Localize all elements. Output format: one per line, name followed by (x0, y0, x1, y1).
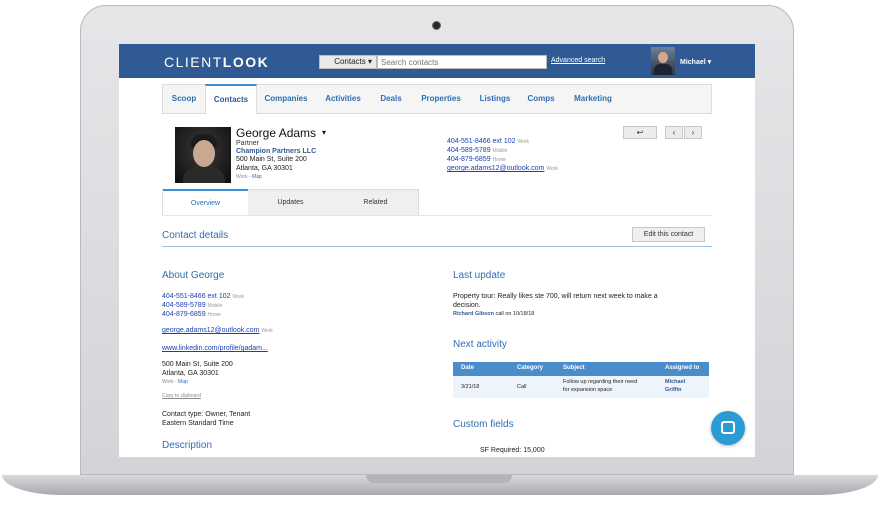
about-address-line2: Atlanta, GA 30301 (162, 370, 219, 377)
activity-assignee-line1[interactable]: Michael (665, 379, 685, 385)
contact-address-line2: Atlanta, GA 30301 (236, 165, 293, 172)
header-phone-work[interactable]: 404-551-8466 ext 102 Work (447, 138, 529, 145)
activity-subject-line2: for expansion space (563, 387, 613, 393)
tab-divider (162, 215, 712, 216)
activity-category: Call (517, 384, 527, 390)
contact-address-label: Work - Map (236, 174, 262, 180)
about-address-line1: 500 Main St, Suite 200 (162, 361, 233, 368)
search-input[interactable] (377, 55, 547, 69)
prev-contact-button[interactable]: ‹ (665, 126, 683, 139)
about-phone-work[interactable]: 404-551-8466 ext 102 Work (162, 293, 244, 300)
next-activity-title: Next activity (453, 339, 507, 350)
contact-title: Partner (236, 140, 259, 147)
laptop-notch (366, 475, 512, 483)
contact-type: Contact type: Owner, Tenant (162, 411, 251, 418)
timezone: Eastern Standard Time (162, 420, 234, 427)
custom-fields-title: Custom fields (453, 419, 514, 430)
advanced-search-link[interactable]: Advanced search (551, 57, 605, 64)
app-logo[interactable]: CLIENTLOOK (164, 54, 269, 70)
activity-assignee-line2[interactable]: Griffin (665, 387, 682, 393)
copy-to-clipboard-link[interactable]: Copy to clipboard (162, 393, 201, 399)
col-category: Category (517, 365, 544, 371)
contact-photo (175, 127, 231, 183)
next-contact-button[interactable]: › (684, 126, 702, 139)
search-scope-select[interactable]: Contacts ▾ (319, 55, 377, 69)
nav-activities[interactable]: Activities (317, 85, 369, 113)
contact-subtabs: Overview Updates Related (162, 189, 419, 216)
user-menu[interactable]: Michael ▾ (680, 58, 711, 66)
user-avatar[interactable] (651, 47, 675, 75)
contact-menu-caret-icon[interactable]: ▾ (322, 128, 326, 137)
last-update-text-line2: decision. (453, 302, 481, 309)
top-bar: CLIENTLOOK Contacts ▾ Advanced search Mi… (119, 44, 755, 78)
col-subject: Subject (563, 365, 585, 371)
linkedin-link[interactable]: www.linkedin.com/profile/gadam... (162, 345, 268, 352)
about-email[interactable]: george.adams12@outlook.com Work (162, 327, 273, 334)
activity-subject-line1: Follow up regarding their need (563, 379, 638, 385)
back-button[interactable]: ↩ (623, 126, 657, 139)
activity-table-header: Date Category Subject Assigned to (453, 362, 709, 376)
activity-date: 3/21/18 (461, 384, 480, 390)
nav-properties[interactable]: Properties (413, 85, 469, 113)
app-screen: CLIENTLOOK Contacts ▾ Advanced search Mi… (119, 44, 755, 457)
header-email[interactable]: george.adams12@outlook.com Work (447, 165, 558, 172)
chat-icon (721, 421, 735, 434)
sf-required-field: SF Required: 15,000 (480, 447, 545, 454)
nav-scoop[interactable]: Scoop (163, 85, 205, 113)
nav-marketing[interactable]: Marketing (563, 85, 623, 113)
nav-deals[interactable]: Deals (371, 85, 411, 113)
edit-contact-button[interactable]: Edit this contact (632, 227, 705, 242)
last-update-title: Last update (453, 270, 506, 281)
nav-companies[interactable]: Companies (257, 85, 315, 113)
about-title: About George (162, 270, 225, 281)
contact-details-title: Contact details (162, 230, 229, 241)
nav-listings[interactable]: Listings (471, 85, 519, 113)
about-map-link[interactable]: Map (178, 379, 188, 385)
main-nav: Scoop Contacts Companies Activities Deal… (162, 84, 712, 114)
table-row[interactable]: 3/21/18 Call Follow up regarding their n… (453, 376, 709, 398)
map-link[interactable]: Map (252, 174, 262, 180)
contact-company-link[interactable]: Champion Partners LLC (236, 148, 316, 155)
details-divider (162, 246, 712, 247)
col-assigned-to: Assigned to (665, 365, 700, 371)
about-phone-mobile[interactable]: 404-589-5789 Mobile (162, 302, 222, 309)
about-address-label: Work - Map (162, 379, 188, 385)
last-update-author-link[interactable]: Richard Gibson (453, 311, 494, 317)
last-update-meta: Richard Gibson call on 10/18/18 (453, 311, 535, 317)
tab-overview[interactable]: Overview (163, 189, 248, 216)
camera-dot (432, 21, 441, 30)
last-update-text-line1: Property tour: Really likes ste 700, wil… (453, 293, 658, 300)
tab-related[interactable]: Related (333, 190, 418, 215)
header-phone-home[interactable]: 404-879-6859 Home (447, 156, 506, 163)
about-phone-home[interactable]: 404-879-6859 Home (162, 311, 221, 318)
nav-comps[interactable]: Comps (521, 85, 561, 113)
header-phone-mobile[interactable]: 404-589-5789 Mobile (447, 147, 507, 154)
chat-button[interactable] (711, 411, 745, 445)
col-date: Date (461, 365, 475, 371)
contact-name: George Adams (236, 126, 317, 140)
nav-contacts[interactable]: Contacts (205, 84, 257, 114)
contact-address-line1: 500 Main St, Suite 200 (236, 156, 307, 163)
description-title: Description (162, 440, 213, 451)
tab-updates[interactable]: Updates (248, 190, 333, 215)
